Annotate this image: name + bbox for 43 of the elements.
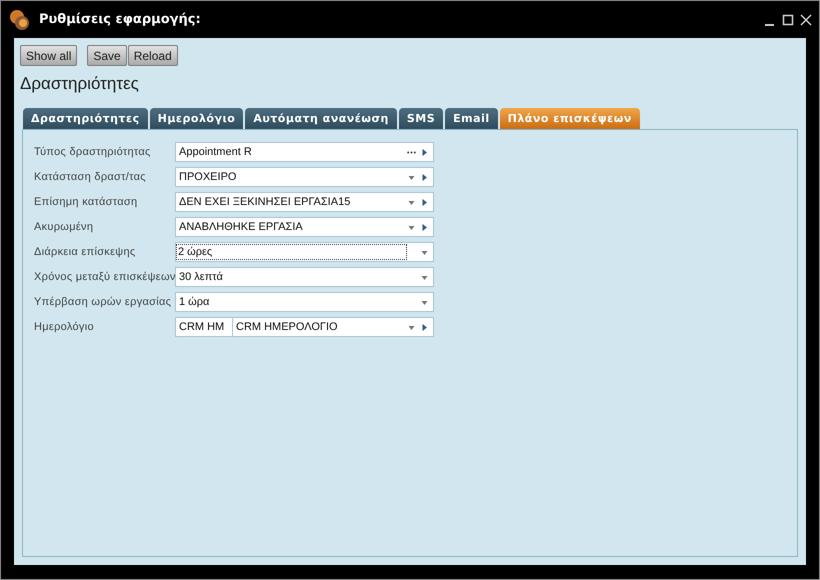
close-icon[interactable] bbox=[799, 12, 813, 26]
field-label: Υπέρβαση ωρών εργασίας bbox=[34, 296, 172, 308]
input-field[interactable]: 2 ώρες bbox=[175, 242, 434, 262]
field-value: 1 ώρα bbox=[178, 296, 210, 308]
toolbar-button[interactable]: Save bbox=[87, 45, 127, 66]
arrow-right-icon[interactable] bbox=[420, 198, 429, 206]
tab[interactable]: Δραστηριότητες bbox=[23, 108, 148, 129]
input-field[interactable]: ΠΡΟΧΕΙΡΟ bbox=[175, 167, 434, 187]
code-value: CRM HM bbox=[176, 318, 233, 336]
field-value: CRM ΗΜΕΡΟΛΟΓΙΟ bbox=[235, 321, 339, 333]
field-label: Κατάσταση δραστ/τας bbox=[34, 171, 147, 183]
field-value: ΔΕΝ ΕΧΕΙ ΞΕΚΙΝΗΣΕΙ ΕΡΓΑΣΙΑ15 bbox=[178, 196, 352, 208]
field-label: Ημερολόγιο bbox=[34, 321, 95, 333]
field-label: Επίσημη κατάσταση bbox=[34, 196, 138, 208]
section-heading: Δραστηριότητες bbox=[20, 74, 140, 94]
field-label: Χρόνος μεταξύ επισκέψεων bbox=[34, 271, 175, 283]
arrow-right-icon[interactable] bbox=[420, 322, 429, 332]
field-label: Διάρκεια επίσκεψης bbox=[34, 246, 136, 258]
input-field[interactable]: CRM HM CRM ΗΜΕΡΟΛΟΓΙΟ bbox=[175, 317, 434, 337]
tab[interactable]: Email bbox=[445, 108, 498, 129]
tab[interactable]: SMS bbox=[398, 108, 444, 129]
tab[interactable]: Αυτόματη ανανέωση bbox=[245, 108, 397, 129]
input-field[interactable]: ΑΝΑΒΛΗΘΗΚΕ ΕΡΓΑΣΙΑ bbox=[175, 217, 434, 237]
field-label: Τύπος δραστηριότητας bbox=[34, 146, 152, 158]
arrow-right-icon[interactable] bbox=[420, 148, 429, 156]
input-field[interactable]: Appointment R bbox=[175, 142, 434, 162]
field-value: ΠΡΟΧΕΙΡΟ bbox=[178, 171, 238, 183]
field-label: Ακυρωμένη bbox=[34, 221, 94, 233]
field-value: ΑΝΑΒΛΗΘΗΚΕ ΕΡΓΑΣΙΑ bbox=[178, 221, 304, 233]
logo-icon bbox=[9, 8, 31, 30]
arrow-right-icon[interactable] bbox=[420, 172, 429, 182]
maximize-icon[interactable] bbox=[781, 12, 795, 26]
window-title: Ρυθμίσεις εφαρμογής: bbox=[39, 12, 201, 27]
input-field[interactable]: 1 ώρα bbox=[175, 292, 434, 312]
field-value: 2 ώρες bbox=[177, 245, 406, 259]
input-field[interactable]: 30 λεπτά bbox=[175, 267, 434, 287]
field-value: Appointment R bbox=[178, 146, 253, 158]
input-field[interactable]: ΔΕΝ ΕΧΕΙ ΞΕΚΙΝΗΣΕΙ ΕΡΓΑΣΙΑ15 bbox=[175, 192, 434, 212]
toolbar-button[interactable]: Reload bbox=[128, 45, 178, 66]
toolbar-button[interactable]: Show all bbox=[20, 45, 78, 66]
field-value: 30 λεπτά bbox=[178, 271, 224, 283]
tab[interactable]: Ημερολόγιο bbox=[150, 108, 244, 129]
arrow-right-icon[interactable] bbox=[420, 222, 429, 232]
